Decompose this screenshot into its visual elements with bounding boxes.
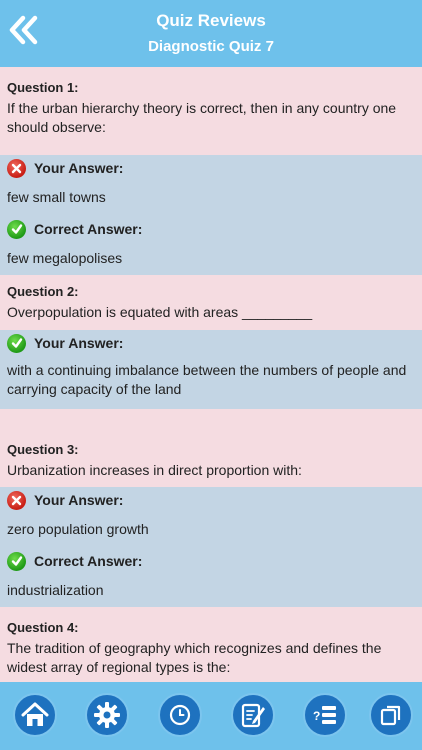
correct-answer-text: few megalopolises <box>7 250 123 266</box>
your-answer-text: zero population growth <box>7 521 149 537</box>
correct-answer-row: Correct Answer: <box>7 549 415 573</box>
question-label: Question 3: <box>7 442 79 457</box>
question-text: Urbanization increases in direct proport… <box>7 462 302 478</box>
your-answer-row: Your Answer: <box>7 331 415 355</box>
wrong-mark-icon <box>7 158 26 178</box>
home-icon <box>21 702 49 726</box>
answer-block: Your Answer: zero population growth Corr… <box>0 487 422 607</box>
header-bar: Quiz Reviews Diagnostic Quiz 7 <box>0 0 422 67</box>
history-button[interactable] <box>158 693 202 737</box>
notepad-icon <box>241 703 265 728</box>
question-text: The tradition of geography which recogni… <box>7 640 382 675</box>
quiz-subtitle: Diagnostic Quiz 7 <box>148 38 274 55</box>
your-answer-label: Your Answer: <box>34 160 124 176</box>
bottom-toolbar: ? <box>0 682 422 750</box>
your-answer-text: with a continuing imbalance between the … <box>7 362 407 397</box>
settings-button[interactable] <box>85 693 129 737</box>
answer-block: Your Answer: few small towns Correct Ans… <box>0 155 422 275</box>
quiz-list-icon: ? <box>313 706 336 724</box>
question-text: Overpopulation is equated with areas ___… <box>7 304 313 320</box>
svg-text:?: ? <box>313 709 320 723</box>
correct-answer-label: Correct Answer: <box>34 553 143 569</box>
check-mark-icon <box>7 551 26 571</box>
quiz-list-button[interactable]: ? <box>303 693 347 737</box>
check-mark-icon <box>7 333 26 353</box>
question-text: If the urban hierarchy theory is correct… <box>7 100 397 135</box>
your-answer-label: Your Answer: <box>34 335 124 351</box>
gear-icon <box>94 702 120 728</box>
question-label: Question 2: <box>7 284 79 299</box>
check-mark-icon <box>7 219 26 239</box>
correct-answer-text: industrialization <box>7 582 104 598</box>
correct-answer-label: Correct Answer: <box>34 221 143 237</box>
copy-icon <box>380 705 401 726</box>
answer-block: Your Answer: with a continuing imbalance… <box>0 330 422 409</box>
review-list[interactable]: Question 1: If the urban hierarchy theor… <box>0 67 422 682</box>
copy-button[interactable] <box>369 693 413 737</box>
your-answer-row: Your Answer: <box>7 488 415 512</box>
question-block: Question 2: Overpopulation is equated wi… <box>0 275 422 330</box>
question-label: Question 1: <box>7 80 79 95</box>
wrong-mark-icon <box>7 490 26 510</box>
your-answer-label: Your Answer: <box>34 492 124 508</box>
question-block: Question 3: Urbanization increases in di… <box>0 409 422 487</box>
your-answer-text: few small towns <box>7 189 106 205</box>
correct-answer-row: Correct Answer: <box>7 217 415 241</box>
question-label: Question 4: <box>7 620 79 635</box>
clock-icon <box>169 704 191 726</box>
question-block: Question 4: The tradition of geography w… <box>0 607 422 682</box>
page-title: Quiz Reviews <box>156 11 266 30</box>
notes-button[interactable] <box>231 693 275 737</box>
home-button[interactable] <box>13 693 57 737</box>
your-answer-row: Your Answer: <box>7 156 415 180</box>
question-block: Question 1: If the urban hierarchy theor… <box>0 67 422 155</box>
